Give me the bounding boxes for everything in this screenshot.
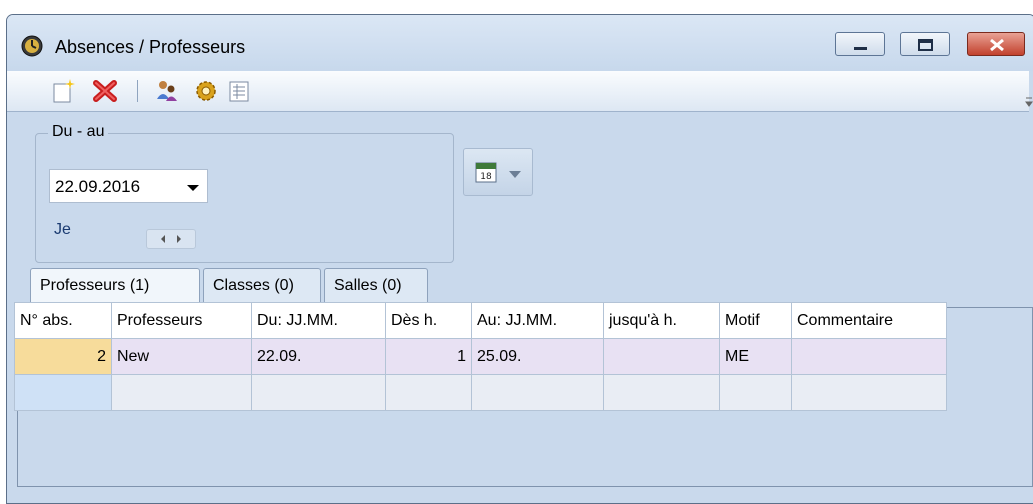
maximize-icon (918, 39, 933, 51)
new-icon[interactable] (49, 77, 77, 105)
table-cell[interactable]: 1 (385, 338, 472, 375)
minimize-button[interactable] (835, 32, 885, 56)
toolbar-overflow-icon[interactable] (1025, 97, 1033, 107)
table-cell[interactable] (14, 374, 112, 411)
table-cell[interactable] (111, 374, 252, 411)
title-bar[interactable]: Absences / Professeurs (7, 15, 1033, 71)
date-nav-buttons[interactable] (146, 229, 196, 249)
column-header[interactable]: Motif (719, 302, 792, 339)
table-cell[interactable] (251, 374, 386, 411)
calendar-icon: 18 (475, 162, 497, 183)
previous-arrow-icon[interactable] (161, 235, 165, 243)
table-cell[interactable] (791, 338, 947, 375)
svg-text:18: 18 (480, 172, 492, 182)
table-cell[interactable] (385, 374, 472, 411)
tab-classes[interactable]: Classes (0) (203, 268, 321, 304)
table-cell[interactable]: New (111, 338, 252, 375)
toolbar (7, 71, 1033, 112)
persons-icon[interactable] (152, 77, 180, 105)
date-range-group: Du - au 22.09.2016 Je (35, 123, 454, 263)
chevron-down-icon[interactable] (187, 185, 199, 191)
column-header[interactable]: N° abs. (14, 302, 112, 339)
column-header[interactable]: Du: JJ.MM. (251, 302, 386, 339)
table-cell[interactable]: 2 (14, 338, 112, 375)
table-cell[interactable] (719, 374, 792, 411)
toolbar-separator (137, 80, 138, 102)
table-cell[interactable]: 22.09. (251, 338, 386, 375)
table-cell[interactable]: ME (719, 338, 792, 375)
delete-icon[interactable] (91, 77, 119, 105)
close-icon (990, 38, 1004, 52)
table-cell[interactable] (603, 338, 720, 375)
weekday-label: Je (54, 221, 71, 238)
window-title: Absences / Professeurs (55, 37, 246, 57)
minimize-icon (854, 47, 867, 50)
close-button[interactable] (967, 32, 1025, 56)
maximize-button[interactable] (900, 32, 950, 56)
settings-icon[interactable] (192, 77, 220, 105)
date-picker[interactable]: 22.09.2016 (49, 169, 208, 203)
table-cell[interactable] (603, 374, 720, 411)
table-cell[interactable] (471, 374, 604, 411)
table-cell[interactable] (791, 374, 947, 411)
calendar-dropdown-button[interactable]: 18 (463, 148, 533, 196)
date-range-legend: Du - au (48, 123, 109, 141)
list-icon[interactable] (225, 77, 253, 105)
column-header[interactable]: Dès h. (385, 302, 472, 339)
table-new-row[interactable] (14, 374, 947, 411)
next-arrow-icon[interactable] (177, 235, 181, 243)
column-header[interactable]: Commentaire (791, 302, 947, 339)
column-header[interactable]: Au: JJ.MM. (471, 302, 604, 339)
column-header[interactable]: jusqu'à h. (603, 302, 720, 339)
column-header[interactable]: Professeurs (111, 302, 252, 339)
table-row[interactable]: 2 New 22.09. 1 25.09. ME (14, 338, 947, 375)
table-cell[interactable]: 25.09. (471, 338, 604, 375)
table-header-row: N° abs. Professeurs Du: JJ.MM. Dès h. Au… (14, 302, 947, 339)
tab-salles[interactable]: Salles (0) (324, 268, 428, 304)
absences-window: Absences / Professeurs Du - au 22.09.201… (6, 14, 1033, 504)
clock-icon (21, 35, 43, 57)
chevron-down-icon (509, 171, 521, 178)
date-value: 22.09.2016 (55, 177, 141, 196)
absences-table: N° abs. Professeurs Du: JJ.MM. Dès h. Au… (14, 302, 947, 411)
